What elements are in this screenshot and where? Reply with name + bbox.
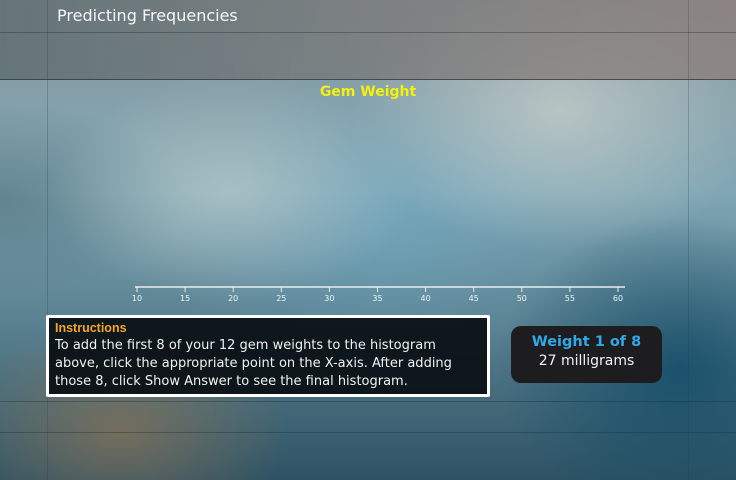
x-axis-tick-label[interactable]: 55 bbox=[565, 294, 575, 303]
grid-line bbox=[0, 401, 736, 402]
instructions-text: To add the first 8 of your 12 gem weight… bbox=[55, 338, 452, 389]
x-axis-tick-label[interactable]: 45 bbox=[469, 294, 479, 303]
instructions-heading: Instructions bbox=[55, 321, 127, 335]
x-axis-tick-label[interactable]: 40 bbox=[421, 294, 431, 303]
weight-counter: Weight 1 of 8 bbox=[531, 334, 642, 350]
x-axis-tick-label[interactable]: 60 bbox=[613, 294, 623, 303]
x-axis-tick-label[interactable]: 50 bbox=[517, 294, 527, 303]
x-axis-tick-label[interactable]: 15 bbox=[180, 294, 190, 303]
instructions-panel: Instructions To add the first 8 of your … bbox=[46, 315, 490, 397]
x-axis-tick-label[interactable]: 10 bbox=[132, 294, 142, 303]
histogram-x-axis[interactable]: 10 15 20 25 30 35 40 45 50 55 60 bbox=[0, 0, 736, 320]
grid-line bbox=[0, 432, 736, 433]
weight-panel: Weight 1 of 8 27 milligrams bbox=[511, 326, 662, 383]
x-axis-tick-label[interactable]: 35 bbox=[372, 294, 382, 303]
x-axis-tick-label[interactable]: 25 bbox=[276, 294, 286, 303]
weight-value: 27 milligrams bbox=[538, 353, 635, 369]
x-axis-tick-label[interactable]: 20 bbox=[228, 294, 238, 303]
x-axis-tick-label[interactable]: 30 bbox=[324, 294, 334, 303]
